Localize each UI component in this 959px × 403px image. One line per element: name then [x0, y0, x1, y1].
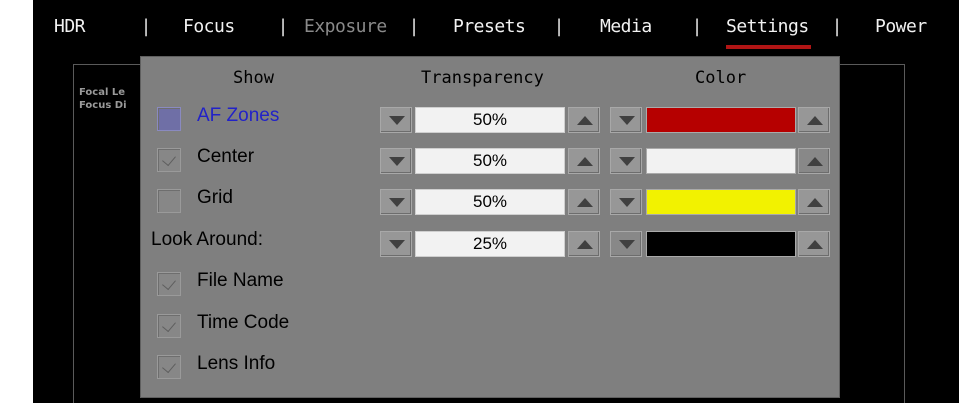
check-mark-icon — [162, 275, 176, 291]
menu-tab-focus[interactable]: Focus — [183, 16, 235, 37]
time-code-checkbox[interactable] — [157, 314, 181, 338]
menu-separator: | — [694, 16, 701, 37]
menu-separator: | — [143, 16, 150, 37]
center-transparency-increase-button[interactable] — [568, 148, 600, 174]
column-header-show: Show — [233, 68, 274, 88]
column-header-color: Color — [695, 68, 747, 88]
grid-label: Grid — [197, 187, 233, 208]
grid-transparency-decrease-button[interactable] — [380, 189, 412, 215]
check-mark-icon — [162, 151, 176, 167]
arrow-up-icon — [577, 198, 593, 207]
af-zones-label: AF Zones — [197, 105, 280, 126]
column-header-transparency: Transparency — [421, 68, 544, 88]
grid-checkbox[interactable] — [157, 189, 181, 213]
grid-transparency-value: 50% — [415, 189, 565, 215]
center-transparency-decrease-button[interactable] — [380, 148, 412, 174]
camera-screen: HDR | Focus | Exposure | Presets | Media… — [33, 0, 959, 403]
top-menu-bar: HDR | Focus | Exposure | Presets | Media… — [33, 0, 959, 52]
file-name-label: File Name — [197, 270, 284, 291]
arrow-down-icon — [619, 116, 635, 125]
look-around-transparency-increase-button[interactable] — [568, 231, 600, 257]
af-zones-checkbox[interactable] — [157, 107, 181, 131]
check-mark-icon — [162, 317, 176, 333]
look-around-color-previous-button[interactable] — [610, 231, 642, 257]
look-around-transparency-value: 25% — [415, 231, 565, 257]
menu-tab-hdr[interactable]: HDR — [54, 16, 86, 37]
look-around-color-next-button[interactable] — [798, 231, 830, 257]
center-label: Center — [197, 146, 255, 167]
arrow-down-icon — [389, 116, 405, 125]
time-code-label: Time Code — [197, 312, 290, 333]
menu-separator: | — [280, 16, 287, 37]
look-around-transparency-decrease-button[interactable] — [380, 231, 412, 257]
af-zones-color-swatch — [646, 107, 796, 133]
lens-info-label: Lens Info — [197, 353, 276, 374]
display-settings-panel: Show Transparency Color AF Zones 50% Cen… — [140, 56, 840, 398]
af-zones-transparency-decrease-button[interactable] — [380, 107, 412, 133]
af-zones-color-previous-button[interactable] — [610, 107, 642, 133]
menu-separator: | — [411, 16, 418, 37]
arrow-up-icon — [577, 240, 593, 249]
arrow-up-icon — [807, 198, 823, 207]
look-around-color-swatch — [646, 231, 796, 257]
af-zones-transparency-value: 50% — [415, 107, 565, 133]
arrow-up-icon — [577, 116, 593, 125]
menu-separator: | — [834, 16, 841, 37]
arrow-up-icon — [577, 157, 593, 166]
menu-tab-power[interactable]: Power — [875, 16, 927, 37]
lens-info-checkbox[interactable] — [157, 355, 181, 379]
menu-separator: | — [556, 16, 563, 37]
center-color-next-button[interactable] — [798, 148, 830, 174]
look-around-label: Look Around: — [151, 229, 263, 250]
grid-color-next-button[interactable] — [798, 189, 830, 215]
menu-tab-exposure[interactable]: Exposure — [304, 16, 387, 37]
file-name-checkbox[interactable] — [157, 272, 181, 296]
menu-tab-presets[interactable]: Presets — [453, 16, 526, 37]
menu-tab-settings[interactable]: Settings — [726, 16, 809, 37]
arrow-up-icon — [807, 240, 823, 249]
arrow-down-icon — [389, 198, 405, 207]
arrow-down-icon — [619, 240, 635, 249]
background-label-focus-distance: Focus Di — [79, 100, 127, 111]
background-label-focal-length: Focal Le — [79, 87, 126, 98]
af-zones-transparency-increase-button[interactable] — [568, 107, 600, 133]
arrow-up-icon — [807, 116, 823, 125]
arrow-down-icon — [389, 240, 405, 249]
arrow-down-icon — [389, 157, 405, 166]
arrow-down-icon — [619, 157, 635, 166]
center-transparency-value: 50% — [415, 148, 565, 174]
center-checkbox[interactable] — [157, 148, 181, 172]
menu-tab-media[interactable]: Media — [600, 16, 652, 37]
grid-color-previous-button[interactable] — [610, 189, 642, 215]
arrow-up-icon — [807, 157, 823, 166]
grid-color-swatch — [646, 189, 796, 215]
af-zones-color-next-button[interactable] — [798, 107, 830, 133]
active-tab-underline — [726, 45, 811, 49]
center-color-swatch — [646, 148, 796, 174]
grid-transparency-increase-button[interactable] — [568, 189, 600, 215]
center-color-previous-button[interactable] — [610, 148, 642, 174]
arrow-down-icon — [619, 198, 635, 207]
check-mark-icon — [162, 358, 176, 374]
